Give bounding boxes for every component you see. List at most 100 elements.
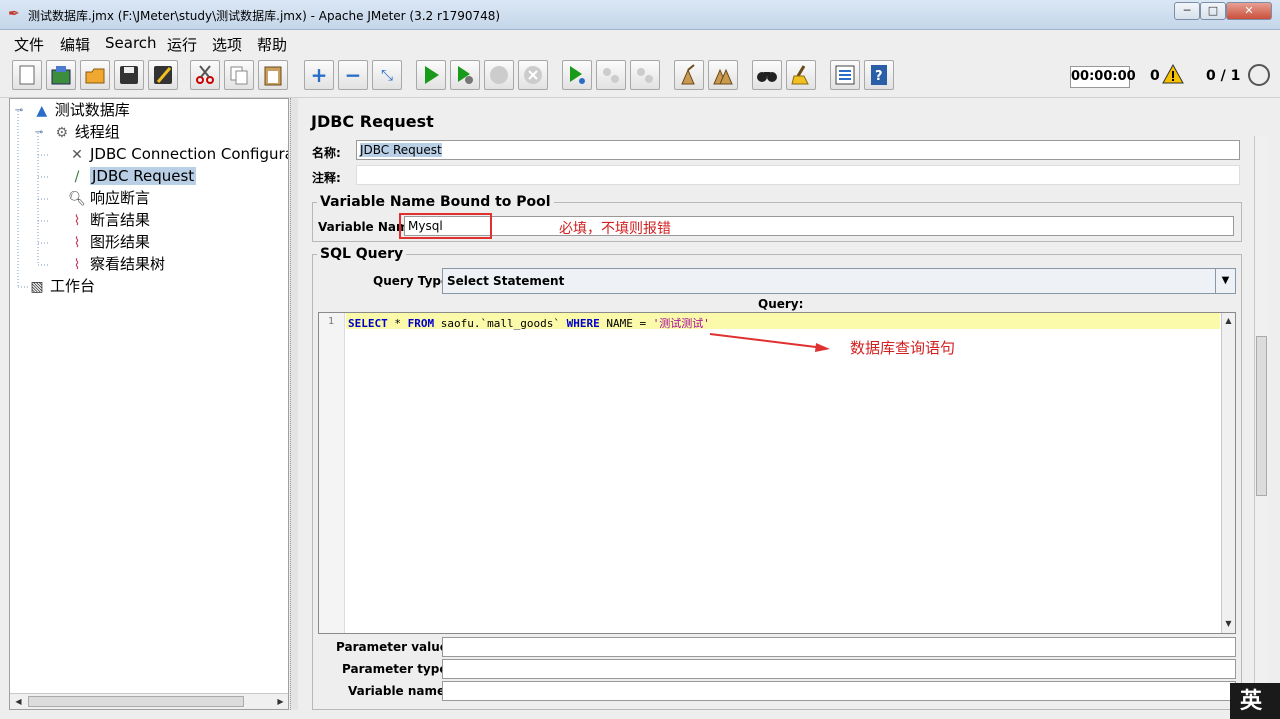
error-count: 0 [1150, 68, 1160, 84]
gear-icon: ⚙ [55, 124, 69, 141]
scroll-right-icon[interactable]: ▶ [274, 695, 287, 709]
variable-name-annotation: 必填，不填则报错 [559, 221, 671, 237]
annotation-arrow [709, 333, 830, 352]
expand-icon[interactable]: + [304, 60, 334, 90]
svg-text:?: ? [875, 69, 883, 84]
menu-help[interactable]: 帮助 [257, 34, 287, 55]
sql-query-editor[interactable]: 1 SELECT * FROM saofu.`mall_goods` WHERE… [318, 312, 1236, 634]
panel-title: JDBC Request [311, 112, 434, 131]
templates-icon[interactable] [46, 60, 76, 90]
query-token: saofu.`mall_goods` [434, 317, 567, 330]
tree-node-test-plan[interactable]: ⊸ ▲ 测试数据库 [14, 99, 130, 121]
expand-toggle-icon[interactable]: ⊸ [14, 102, 24, 120]
active-threads: 0 / 1 [1206, 68, 1241, 84]
remote-stop-icon[interactable] [596, 60, 626, 90]
menu-edit[interactable]: 编辑 [60, 34, 90, 55]
elapsed-timer: 00:00:00 [1070, 66, 1136, 88]
query-annotation: 数据库查询语句 [850, 339, 956, 357]
parameter-types-field[interactable] [442, 659, 1236, 679]
scroll-thumb[interactable] [28, 696, 244, 707]
paste-icon[interactable] [258, 60, 288, 90]
chart-icon: ⌇ [73, 234, 81, 251]
jdbc-request-panel: JDBC Request 名称: JDBC Request 注释: Variab… [300, 98, 1272, 710]
menu-options[interactable]: 选项 [212, 34, 242, 55]
pipette-icon: / [74, 168, 80, 185]
toggle-icon[interactable]: ⤡ [372, 60, 402, 90]
search-icon[interactable] [752, 60, 782, 90]
menu-run[interactable]: 运行 [167, 34, 197, 55]
menu-search[interactable]: Search [105, 34, 157, 52]
test-plan-icon: ▲ [36, 102, 48, 119]
close-button[interactable]: ✕ [1226, 2, 1272, 20]
scroll-left-icon[interactable]: ◀ [12, 695, 25, 709]
query-token: * [387, 317, 408, 330]
workbench-icon: ▧ [30, 278, 44, 295]
clear-icon[interactable] [674, 60, 704, 90]
variable-names-label: Variable names: [348, 684, 458, 698]
scroll-up-icon[interactable]: ▲ [1222, 314, 1235, 328]
name-label: 名称: [312, 146, 341, 160]
tree-node-results-tree[interactable]: ⌇ 察看结果树 [68, 253, 165, 275]
remote-shutdown-icon[interactable] [630, 60, 660, 90]
title-bar: ✒ 测试数据库.jmx (F:\JMeter\study\测试数据库.jmx) … [0, 0, 1280, 30]
minimize-button[interactable]: ─ [1174, 2, 1200, 20]
tree-node-thread-group[interactable]: ⊸ ⚙ 线程组 [34, 121, 120, 143]
save-icon[interactable] [114, 60, 144, 90]
remote-status-icon [1248, 64, 1270, 86]
start-icon[interactable] [416, 60, 446, 90]
annotation-box [399, 213, 492, 239]
tree-node-jdbc-config[interactable]: ✕JDBC Connection Configuration [68, 143, 288, 165]
tree-node-jdbc-request[interactable]: / JDBC Request [68, 165, 197, 187]
clear-all-icon[interactable] [708, 60, 738, 90]
stop-icon[interactable] [484, 60, 514, 90]
chart-icon: ⌇ [73, 256, 81, 273]
copy-icon[interactable] [224, 60, 254, 90]
collapse-icon[interactable]: − [338, 60, 368, 90]
menu-file[interactable]: 文件 [14, 34, 44, 55]
tree-node-assertion-results[interactable]: ⌇ 断言结果 [68, 209, 150, 231]
editor-vertical-scrollbar[interactable]: ▲ ▼ [1221, 313, 1235, 633]
tree-node-workbench[interactable]: ▧ 工作台 [28, 275, 95, 297]
tree-horizontal-scrollbar[interactable]: ◀ ▶ [10, 693, 288, 709]
toolbar: + − ⤡ ? 00:00:00 0 0 / 1 [0, 56, 1280, 98]
start-no-timers-icon[interactable] [450, 60, 480, 90]
expand-toggle-icon[interactable]: ⊸ [34, 124, 44, 142]
pool-group-title: Variable Name Bound to Pool [317, 194, 554, 210]
tree-node-graph-results[interactable]: ⌇ 图形结果 [68, 231, 150, 253]
function-helper-icon[interactable] [830, 60, 860, 90]
cut-icon[interactable] [190, 60, 220, 90]
maximize-button[interactable]: □ [1200, 2, 1226, 20]
split-pane-divider[interactable] [290, 98, 298, 710]
warning-icon[interactable] [1162, 64, 1184, 84]
variable-names-field[interactable] [442, 681, 1236, 701]
query-token: WHERE [566, 317, 600, 330]
test-plan-tree: ⊸ ▲ 测试数据库 ⊸ ⚙ 线程组 ✕ JDBC Connection Configu… [9, 98, 289, 710]
tree-node-response-assertion[interactable]: 🔍︎ 响应断言 [68, 187, 150, 209]
remote-start-icon[interactable] [562, 60, 592, 90]
chevron-down-icon[interactable]: ▼ [1215, 269, 1235, 293]
query-label: Query: [758, 297, 804, 311]
magnifier-icon: 🔍︎ [68, 190, 86, 207]
open-icon[interactable] [80, 60, 110, 90]
new-icon[interactable] [12, 60, 42, 90]
query-type-select[interactable]: Select Statement ▼ [442, 268, 1236, 294]
main-vertical-scrollbar[interactable] [1254, 136, 1268, 706]
parameter-values-field[interactable] [442, 637, 1236, 657]
variable-name-field[interactable]: Mysql [404, 216, 1234, 236]
query-token: SELECT [348, 317, 388, 330]
reset-search-icon[interactable] [786, 60, 816, 90]
wrench-icon: ✕ [71, 146, 83, 163]
ime-indicator[interactable]: 英 [1230, 683, 1280, 719]
jmeter-feather-icon: ✒ [8, 6, 20, 22]
window-title: 测试数据库.jmx (F:\JMeter\study\测试数据库.jmx) - … [28, 9, 501, 23]
name-field[interactable]: JDBC Request [356, 140, 1240, 160]
scroll-thumb[interactable] [1256, 336, 1267, 496]
sql-query-group-title: SQL Query [317, 246, 407, 262]
scroll-down-icon[interactable]: ▼ [1222, 617, 1235, 631]
shutdown-icon[interactable] [518, 60, 548, 90]
help-icon[interactable]: ? [864, 60, 894, 90]
comment-field[interactable] [356, 165, 1240, 185]
query-text[interactable]: SELECT * FROM saofu.`mall_goods` WHERE N… [348, 315, 710, 331]
save-as-icon[interactable] [148, 60, 178, 90]
query-token: FROM [407, 317, 435, 330]
